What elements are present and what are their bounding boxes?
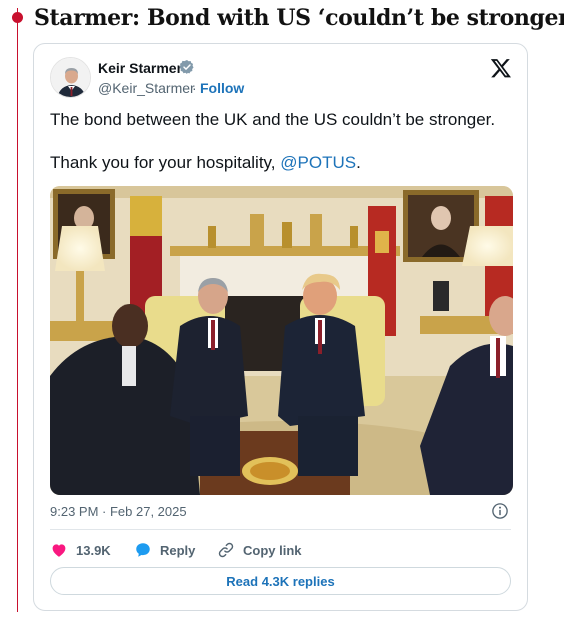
follow-link[interactable]: Follow [200, 80, 244, 96]
handle-separator: · [192, 80, 197, 96]
oval-office-meeting-photo [50, 186, 513, 495]
avatar[interactable] [50, 57, 91, 98]
tweet-text: Thank you for your hospitality, [50, 153, 281, 172]
reply-label: Reply [160, 542, 196, 558]
tweet-photo[interactable] [50, 186, 513, 495]
timeline-dot [12, 12, 23, 23]
verified-badge-icon [179, 60, 194, 74]
author-handle[interactable]: @Keir_Starmer [98, 80, 195, 96]
reply-button[interactable]: Reply [134, 539, 195, 561]
link-icon [218, 542, 234, 558]
like-button[interactable]: 13.9K [50, 539, 111, 561]
info-icon[interactable] [491, 502, 509, 520]
like-count: 13.9K [76, 542, 111, 558]
author-name[interactable]: Keir Starmer [98, 60, 182, 76]
avatar-portrait [51, 58, 90, 97]
copy-link-button[interactable]: Copy link [217, 539, 302, 561]
divider [50, 529, 511, 530]
tweet-text-line: Thank you for your hospitality, @POTUS. [50, 153, 361, 173]
timeline-line [17, 8, 18, 612]
tweet-timestamp[interactable]: 9:23 PM · Feb 27, 2025 [50, 504, 187, 519]
mention-link[interactable]: @POTUS [280, 153, 356, 172]
article-headline: Starmer: Bond with US ‘couldn’t be stron… [34, 5, 564, 31]
tweet-text: . [356, 153, 361, 172]
read-replies-button[interactable]: Read 4.3K replies [50, 567, 511, 595]
x-logo-icon[interactable] [490, 57, 512, 79]
copy-link-label: Copy link [243, 542, 302, 558]
heart-icon [52, 544, 66, 557]
embedded-tweet-card: Keir Starmer @Keir_Starmer · Follow The … [33, 43, 528, 611]
speech-bubble-icon [136, 543, 150, 557]
tweet-text-line: The bond between the UK and the US could… [50, 110, 496, 129]
